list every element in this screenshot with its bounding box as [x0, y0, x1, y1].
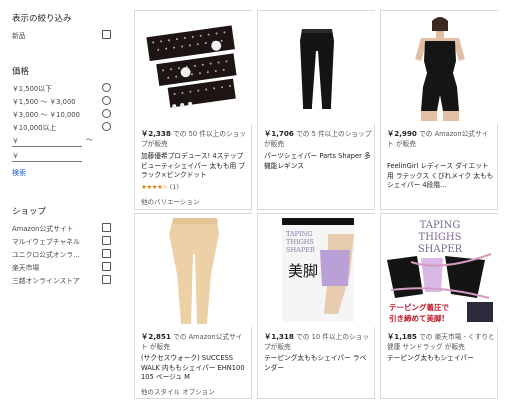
- price-range-option[interactable]: ￥1,500以下: [12, 83, 112, 94]
- shop-option[interactable]: ユニクロ公式オンラ...: [12, 249, 112, 260]
- product-price: ￥1,185: [387, 332, 417, 341]
- price-range-label: ￥10,000以上: [12, 124, 57, 132]
- shop-checkbox[interactable]: [102, 249, 111, 258]
- rating: ★★★★☆ (1): [141, 183, 249, 191]
- product-card[interactable]: ￥2,851 での Amazon公式サイト が販売 (サクセスウォーク) SUC…: [134, 213, 253, 399]
- shop-label: マルイウェブチャネル: [12, 238, 80, 246]
- product-title[interactable]: テーピング太ももシェイパー ラベンダー: [264, 354, 372, 373]
- price-range-option[interactable]: ￥10,000以上: [12, 122, 112, 133]
- package-text: TAPING: [420, 220, 461, 231]
- product-price: ￥2,851: [141, 332, 171, 341]
- shop-label: Amazon公式サイト: [12, 225, 74, 233]
- price-range-radio[interactable]: [102, 83, 111, 92]
- filter-sidebar: 表示の絞り込み 新品 価格 ￥1,500以下 ￥1,500 ～ ￥3,000 ￥…: [0, 0, 118, 400]
- product-image[interactable]: [135, 11, 253, 124]
- variation-link[interactable]: 他のバリエーション: [141, 196, 199, 206]
- product-title[interactable]: FeelinGirl レディース ダイエット用 ラテックス くびれメイク 太もも…: [387, 162, 495, 191]
- product-image[interactable]: TAPING THIGHS SHAPER テーピング着圧で 引き締めて美脚!: [381, 214, 499, 327]
- price-range-label: ￥3,000 ～ ￥10,000: [12, 111, 80, 119]
- product-price: ￥1,318: [264, 332, 294, 341]
- variation-link[interactable]: 他のスタイル オプション: [141, 386, 215, 396]
- package-text: SHAPER: [418, 244, 463, 255]
- star-rating-icon: ★★★★☆: [141, 183, 168, 191]
- new-filter-label: 新品: [12, 32, 26, 40]
- package-text: 美脚: [288, 262, 318, 280]
- product-price: ￥2,990: [387, 129, 417, 138]
- product-title[interactable]: (サクセスウォーク) SUCCESS WALK 内ももシェイパー EHN100 …: [141, 354, 249, 383]
- package-text: THIGHS: [286, 238, 314, 246]
- product-price: ￥1,706: [264, 129, 294, 138]
- shop-label: ユニクロ公式オンラ...: [12, 251, 80, 259]
- min-price-input[interactable]: ￥ ～: [12, 135, 93, 147]
- price-range-radio[interactable]: [102, 96, 111, 105]
- price-seller: ￥2,338 での 50 件以上のショップが販売: [141, 129, 249, 149]
- product-card[interactable]: TAPING THIGHS SHAPER テーピング着圧で 引き締めて美脚! ￥…: [380, 213, 499, 399]
- product-price: ￥2,338: [141, 129, 171, 138]
- product-image[interactable]: [135, 214, 253, 327]
- shop-option[interactable]: マルイウェブチャネル: [12, 236, 112, 247]
- package-text: 引き締めて美脚!: [389, 313, 445, 323]
- shop-checkbox[interactable]: [102, 236, 111, 245]
- product-card[interactable]: ￥1,706 での 5 件以上のショップが販売 パーツシェイパー Parts S…: [257, 10, 376, 210]
- yen-symbol: ￥: [12, 152, 19, 160]
- product-title[interactable]: 加藤優希プロデュース! 4ステップ ビューティシェイパー 太もも用 ブラック×ピ…: [141, 152, 249, 181]
- price-seller: ￥2,851 での Amazon公式サイト が販売: [141, 332, 249, 352]
- price-range-label: ￥1,500 ～ ￥3,000: [12, 98, 76, 106]
- shop-label: 楽天市場: [12, 264, 40, 272]
- product-title[interactable]: テーピング太ももシェイパー: [387, 354, 495, 364]
- price-range-radio[interactable]: [102, 122, 111, 131]
- shop-option[interactable]: 楽天市場: [12, 262, 112, 273]
- shop-filter-heading: ショップ: [12, 207, 47, 217]
- new-filter[interactable]: 新品: [12, 30, 112, 41]
- price-seller: ￥1,706 での 5 件以上のショップが販売: [264, 129, 372, 149]
- max-price-input[interactable]: ￥: [12, 150, 82, 162]
- product-card[interactable]: ￥2,990 での Amazon公式サイト が販売 FeelinGirl レディ…: [380, 10, 499, 210]
- package-text: SHAPER: [286, 246, 316, 254]
- price-search-link[interactable]: 検索: [12, 168, 26, 178]
- price-range-option[interactable]: ￥3,000 ～ ￥10,000: [12, 109, 112, 120]
- new-filter-checkbox[interactable]: [102, 30, 111, 39]
- product-image[interactable]: TAPING THIGHS SHAPER 美脚: [258, 214, 376, 327]
- shop-checkbox[interactable]: [102, 223, 111, 232]
- product-card[interactable]: TAPING THIGHS SHAPER 美脚 ￥1,318 での 10 件以上…: [257, 213, 376, 399]
- price-filter-heading: 価格: [12, 67, 30, 77]
- yen-symbol: ￥: [12, 137, 19, 145]
- price-range-radio[interactable]: [102, 109, 111, 118]
- product-image[interactable]: [258, 11, 376, 124]
- shop-option[interactable]: 三越オンラインストア: [12, 275, 112, 286]
- price-seller: ￥1,318 での 10 件以上のショップが販売: [264, 332, 372, 352]
- price-range-label: ￥1,500以下: [12, 85, 52, 93]
- price-seller: ￥2,990 での Amazon公式サイト が販売: [387, 129, 495, 149]
- shop-checkbox[interactable]: [102, 275, 111, 284]
- shop-label: 三越オンラインストア: [12, 277, 80, 285]
- package-text: TAPING: [286, 230, 313, 238]
- product-card[interactable]: ￥2,338 での 50 件以上のショップが販売 加藤優希プロデュース! 4ステ…: [134, 10, 253, 210]
- product-title[interactable]: パーツシェイパー Parts Shaper 多機能レギンス: [264, 152, 372, 171]
- rating-count[interactable]: (1): [170, 183, 179, 191]
- package-text: テーピング着圧で: [389, 302, 449, 312]
- shop-checkbox[interactable]: [102, 262, 111, 271]
- shop-option[interactable]: Amazon公式サイト: [12, 223, 112, 234]
- package-text: THIGHS: [419, 232, 462, 243]
- product-image[interactable]: [381, 11, 499, 124]
- price-range-option[interactable]: ￥1,500 ～ ￥3,000: [12, 96, 112, 107]
- range-tilde: ～: [86, 136, 93, 144]
- price-seller: ￥1,185 での 楽天市場 - くすりと健康 サンドラッグ が販売: [387, 332, 495, 352]
- display-filter-heading: 表示の絞り込み: [12, 14, 72, 24]
